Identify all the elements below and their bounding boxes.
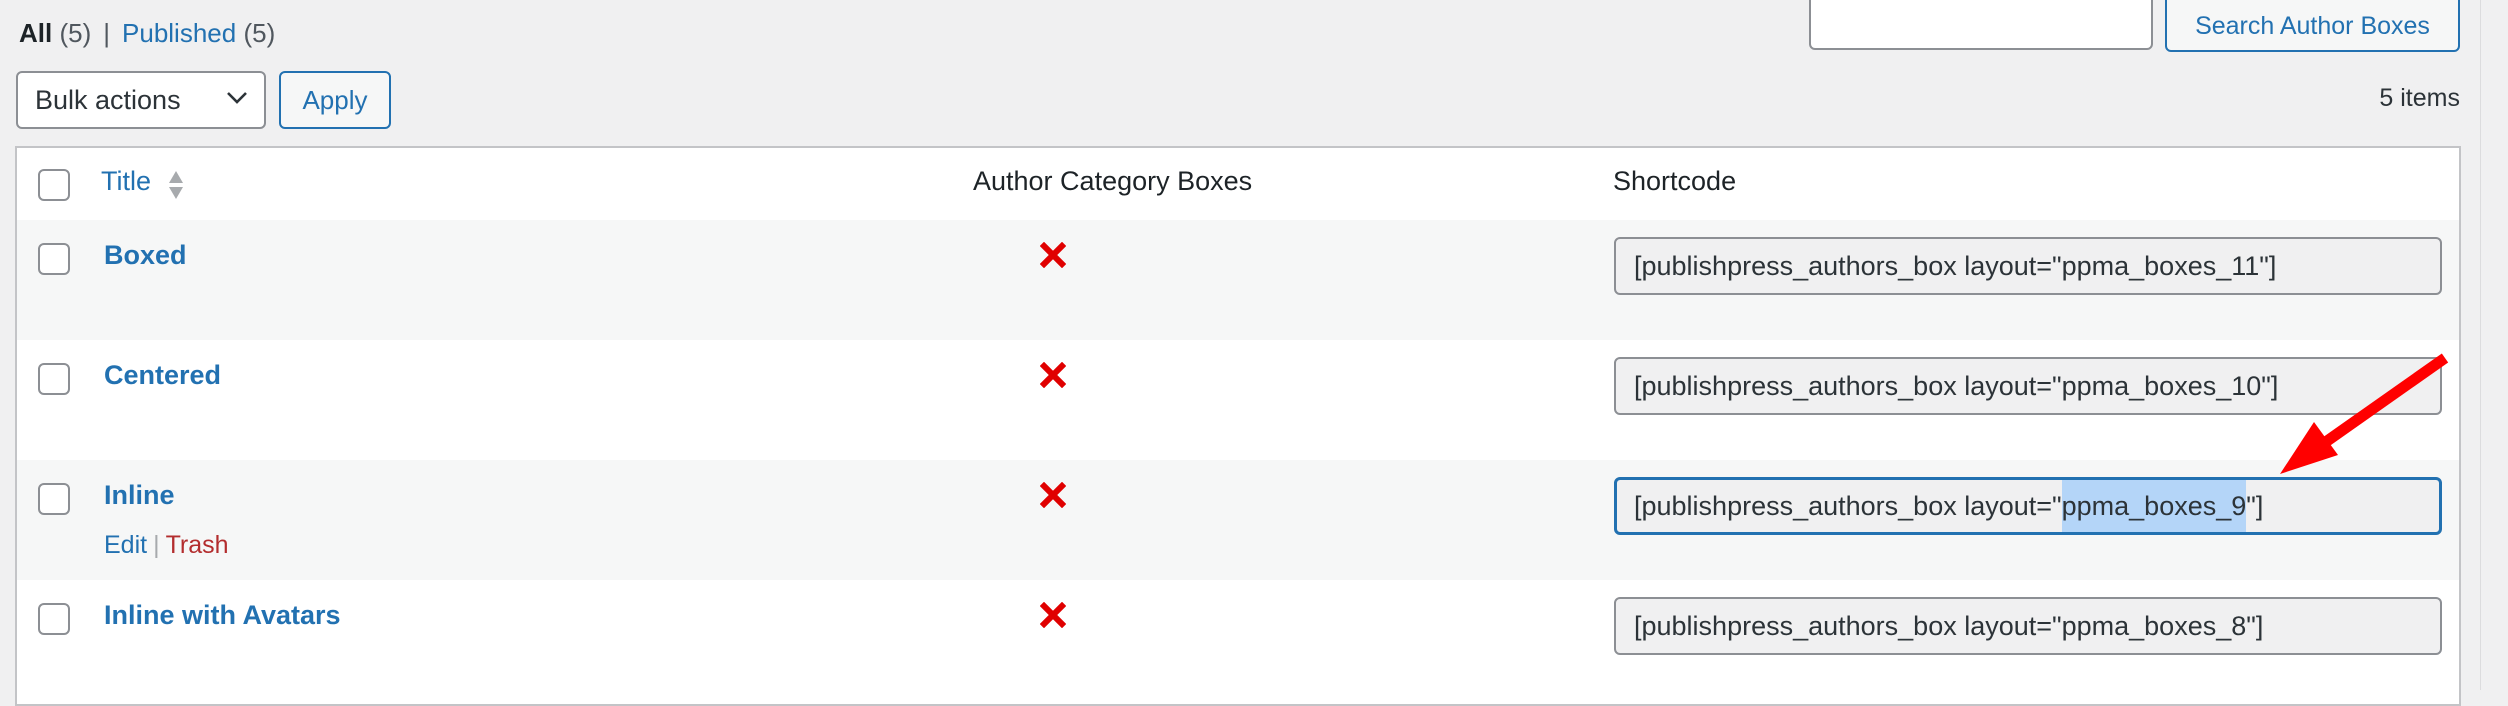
status-filter-links: All (5) | Published (5) (19, 18, 276, 48)
red-x-icon (1040, 242, 1066, 268)
shortcode-prefix: [publishpress_authors_box layout=" (1634, 490, 2062, 521)
scrollbar-track[interactable] (2480, 0, 2508, 690)
filter-all[interactable]: All (5) (19, 18, 91, 48)
table-row: Boxed [publishpress_authors_box layout="… (17, 220, 2459, 340)
selected-text: ppma_boxes_9 (2061, 480, 2247, 532)
shortcode-field[interactable]: [publishpress_authors_box layout="ppma_b… (1614, 597, 2442, 655)
row-checkbox[interactable] (38, 363, 70, 395)
shortcode-suffix: "] (2246, 490, 2264, 521)
table-header: Title Author Category Boxes Shortcode (17, 148, 2459, 222)
author-boxes-table: Title Author Category Boxes Shortcode Bo… (15, 146, 2461, 706)
column-shortcode: Shortcode (1613, 166, 1737, 196)
row-title-link[interactable]: Boxed (104, 240, 187, 271)
row-checkbox[interactable] (38, 483, 70, 515)
row-actions: Edit | Trash (104, 531, 229, 559)
bulk-actions-value: Bulk actions (35, 84, 181, 115)
red-x-icon (1040, 602, 1066, 628)
row-checkbox[interactable] (38, 603, 70, 635)
select-all-checkbox[interactable] (38, 169, 70, 201)
search-input[interactable] (1809, 0, 2153, 50)
table-row: Inline with Avatars [publishpress_author… (17, 580, 2459, 700)
edit-link[interactable]: Edit (104, 531, 147, 559)
table-row: Inline Edit | Trash [publishpress_authors_… (17, 460, 2459, 580)
column-title-sort-link[interactable]: Title (101, 166, 151, 197)
shortcode-field[interactable]: [publishpress_authors_box layout="ppma_b… (1614, 237, 2442, 295)
column-author-category-boxes: Author Category Boxes (973, 166, 1253, 196)
trash-link[interactable]: Trash (166, 531, 229, 559)
row-title-link[interactable]: Inline with Avatars (104, 600, 341, 631)
red-x-icon (1040, 482, 1066, 508)
shortcode-field[interactable]: [publishpress_authors_box layout="ppma_b… (1614, 357, 2442, 415)
sort-arrows-icon[interactable] (167, 170, 185, 200)
apply-button[interactable]: Apply (279, 71, 391, 129)
bulk-actions-select[interactable]: Bulk actions (16, 71, 266, 129)
row-checkbox[interactable] (38, 243, 70, 275)
items-count: 5 items (2379, 84, 2460, 112)
row-title-link[interactable]: Centered (104, 360, 221, 391)
chevron-down-icon (227, 92, 247, 104)
search-author-boxes-button[interactable]: Search Author Boxes (2165, 0, 2460, 52)
row-title-link[interactable]: Inline (104, 480, 175, 511)
red-x-icon (1040, 362, 1066, 388)
shortcode-field-focused[interactable]: [publishpress_authors_box layout=" ppma_b… (1614, 477, 2442, 535)
table-row: Centered [publishpress_authors_box layou… (17, 340, 2459, 460)
filter-published[interactable]: Published (122, 18, 236, 48)
